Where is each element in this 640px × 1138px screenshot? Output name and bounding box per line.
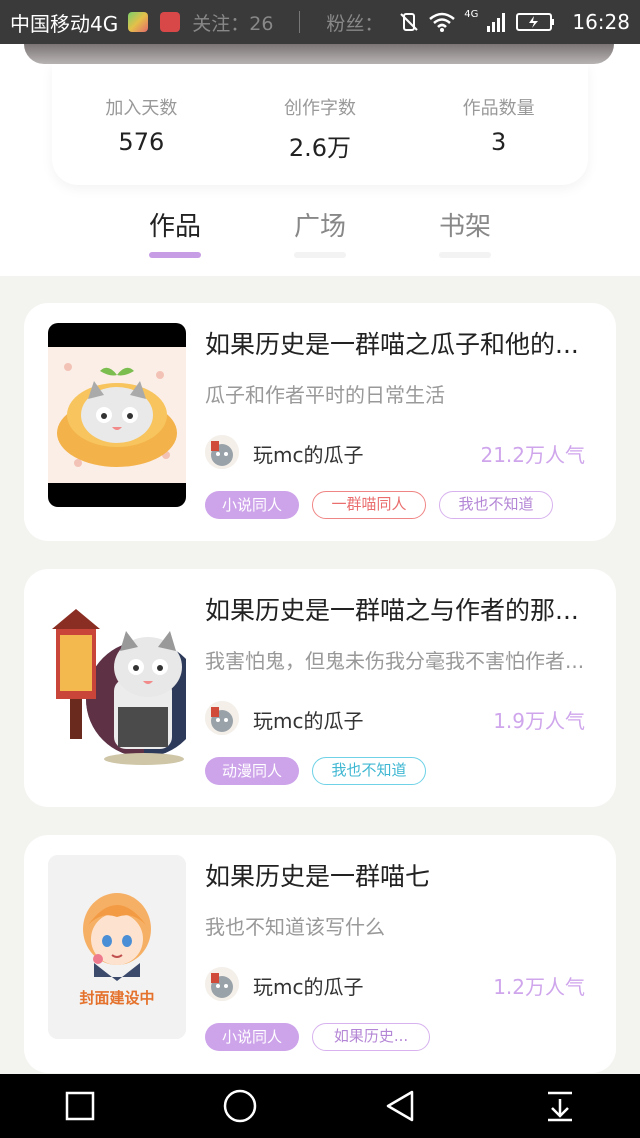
popularity-count: 1.2万人气 — [493, 975, 585, 999]
tag[interactable]: 我也不知道 — [312, 757, 426, 785]
work-title: 如果历史是一群喵之与作者的那... — [205, 596, 579, 625]
signal-icon — [487, 13, 506, 32]
author-name[interactable]: 玩mc的瓜子 — [253, 705, 363, 734]
work-title: 如果历史是一群喵之瓜子和他的... — [205, 330, 579, 359]
author-avatar[interactable] — [205, 701, 239, 735]
tab-square-indicator — [294, 252, 346, 258]
author-avatar[interactable] — [205, 435, 239, 469]
popularity-count: 21.2万人气 — [480, 443, 585, 467]
wifi-icon — [429, 12, 456, 32]
follow-count-behind: 关注：26 — [192, 12, 274, 35]
stat-value: 2.6万 — [288, 134, 352, 162]
divider — [299, 11, 301, 33]
work-cover-image[interactable] — [48, 589, 186, 773]
tab-square[interactable]: 广场 — [280, 206, 360, 243]
profile-cover-image — [24, 44, 614, 64]
work-card[interactable]: 如果历史是一群喵之瓜子和他的... 瓜子和作者平时的日常生活 玩mc的瓜子 21… — [24, 303, 616, 541]
tag[interactable]: 动漫同人 — [205, 757, 299, 785]
tab-bookshelf[interactable]: 书架 — [425, 206, 505, 243]
vibrate-off-icon — [400, 13, 418, 31]
back-button[interactable] — [340, 1074, 460, 1138]
author-row: 玩mc的瓜子 1.9万人气 — [205, 699, 585, 735]
stat-join-days: 加入天数 576 — [66, 64, 216, 156]
battery-icon — [516, 13, 555, 31]
author-name[interactable]: 玩mc的瓜子 — [253, 439, 363, 468]
author-row: 玩mc的瓜子 1.2万人气 — [205, 965, 585, 1001]
stats-card: 加入天数 576 创作字数 2.6万 作品数量 3 — [52, 64, 588, 185]
network-type: 4G — [464, 8, 479, 20]
cover-placeholder-text: 封面建设中 — [79, 989, 155, 1007]
tag-list: 动漫同人 我也不知道 — [205, 757, 426, 785]
author-row: 玩mc的瓜子 21.2万人气 — [205, 433, 585, 469]
tag[interactable]: 如果历史... — [312, 1023, 430, 1051]
stat-label: 加入天数 — [105, 98, 178, 119]
home-button[interactable] — [180, 1074, 300, 1138]
popularity-count: 1.9万人气 — [493, 709, 585, 733]
work-description: 瓜子和作者平时的日常生活 — [205, 383, 445, 407]
tab-works-indicator — [149, 252, 201, 258]
tag[interactable]: 小说同人 — [205, 1023, 299, 1051]
tab-works[interactable]: 作品 — [135, 206, 215, 243]
author-avatar[interactable] — [205, 967, 239, 1001]
work-cover-image[interactable]: 封面建设中 — [48, 855, 186, 1039]
stat-label: 创作字数 — [283, 98, 356, 119]
tab-bookshelf-indicator — [439, 252, 491, 258]
notification-pulldown-button[interactable] — [500, 1074, 620, 1138]
work-description: 我害怕鬼，但鬼未伤我分毫我不害怕作者... — [205, 649, 585, 673]
stat-value: 3 — [491, 128, 507, 156]
recent-apps-button[interactable] — [20, 1074, 140, 1138]
status-icons: 4G 16:28 — [398, 8, 630, 34]
fans-count-behind: 粉丝： — [326, 12, 384, 35]
work-card[interactable]: 如果历史是一群喵之与作者的那... 我害怕鬼，但鬼未伤我分毫我不害怕作者... … — [24, 569, 616, 807]
work-cover-image[interactable] — [48, 323, 186, 507]
pulldown-icon — [548, 1091, 572, 1122]
stat-value: 576 — [118, 128, 165, 156]
circle-icon — [223, 1089, 257, 1123]
message-notification-icon — [160, 12, 181, 32]
app-notification-icon — [128, 12, 149, 32]
stat-word-count: 创作字数 2.6万 — [245, 64, 395, 163]
tag[interactable]: 我也不知道 — [439, 491, 553, 519]
tab-bar: 作品 广场 书架 — [0, 200, 640, 264]
system-nav-bar — [0, 1074, 640, 1138]
tag[interactable]: 小说同人 — [205, 491, 299, 519]
work-title: 如果历史是一群喵七 — [205, 862, 431, 891]
stat-label: 作品数量 — [462, 98, 535, 119]
square-icon — [65, 1091, 95, 1121]
tag-list: 小说同人 一群喵同人 我也不知道 — [205, 491, 553, 519]
triangle-back-icon — [386, 1090, 414, 1122]
stat-works-count: 作品数量 3 — [424, 64, 574, 156]
status-bar: 中国移动4G 关注：26 粉丝： 4G 16:28 — [0, 0, 640, 44]
work-card[interactable]: 封面建设中 如果历史是一群喵七 我也不知道该写什么 玩mc的瓜子 1.2万人气 … — [24, 835, 616, 1073]
tag[interactable]: 一群喵同人 — [312, 491, 426, 519]
tag-list: 小说同人 如果历史... — [205, 1023, 430, 1051]
carrier-label: 中国移动4G — [10, 11, 119, 36]
work-description: 我也不知道该写什么 — [205, 915, 385, 939]
author-name[interactable]: 玩mc的瓜子 — [253, 971, 363, 1000]
clock: 16:28 — [572, 10, 630, 34]
